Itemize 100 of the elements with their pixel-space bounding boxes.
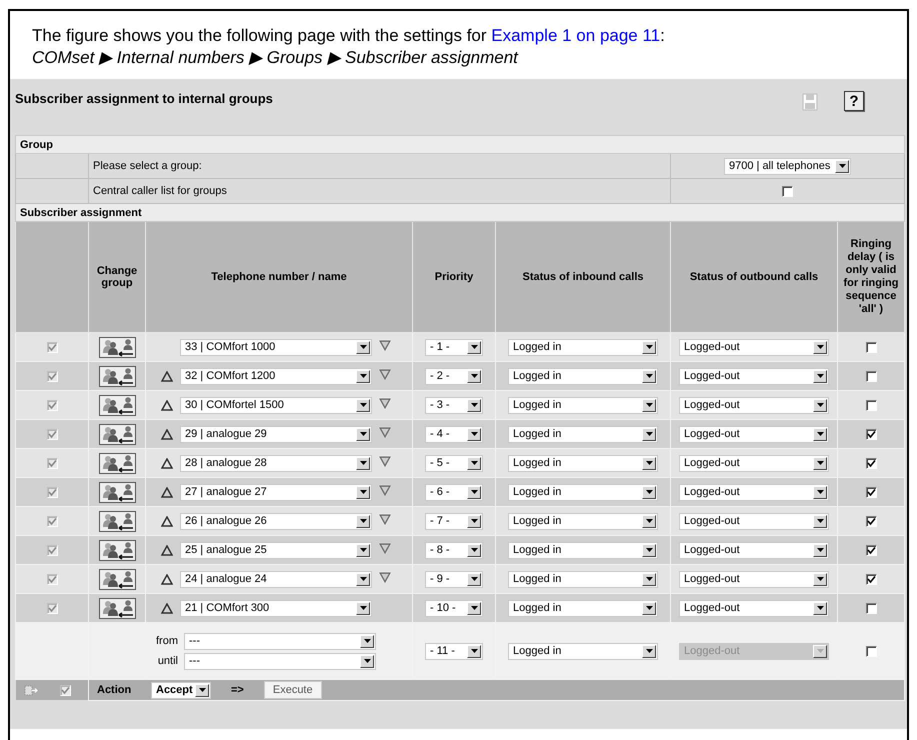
caret-icon <box>816 490 824 494</box>
dropdown[interactable]: - 10 - <box>425 600 483 616</box>
dropdown[interactable]: Logged-out <box>679 600 829 616</box>
dropdown[interactable]: 29 | analogue 29 <box>180 426 372 442</box>
checkbox[interactable] <box>46 428 58 440</box>
checkbox[interactable] <box>46 370 58 382</box>
dropdown[interactable]: Logged-out <box>679 454 829 472</box>
dropdown[interactable]: - 9 - <box>425 570 483 588</box>
dropdown[interactable]: - 6 - <box>425 484 483 500</box>
page-link[interactable]: Example 1 on page 11 <box>491 26 660 45</box>
dropdown[interactable]: 30 | COMfortel 1500 <box>180 396 372 414</box>
caret-icon <box>360 577 366 581</box>
caret-icon <box>816 548 824 552</box>
caret-icon <box>470 490 478 494</box>
checkbox[interactable] <box>866 646 876 657</box>
dropdown[interactable]: 9700 | all telephones <box>724 158 851 174</box>
change-group-icon[interactable] <box>98 568 136 590</box>
dropdown[interactable]: --- <box>184 652 376 670</box>
caret-icon <box>816 577 824 581</box>
change-group-icon[interactable] <box>98 452 136 474</box>
arrow-label: => <box>230 684 245 696</box>
change-group-icon[interactable] <box>98 394 136 416</box>
dropdown[interactable]: - 1 - <box>425 338 483 356</box>
checkbox[interactable] <box>46 544 58 556</box>
column-header: Change group <box>96 265 138 289</box>
caret-icon <box>364 659 370 663</box>
dropdown[interactable]: Logged-out <box>679 570 829 588</box>
change-group-icon[interactable] <box>98 424 136 444</box>
change-group-icon[interactable] <box>98 366 136 386</box>
dropdown[interactable]: Logged-out <box>679 368 829 384</box>
checkbox[interactable] <box>46 400 58 411</box>
dropdown[interactable]: Logged in <box>508 454 658 472</box>
checkbox[interactable] <box>46 602 58 614</box>
checkbox[interactable] <box>782 186 793 197</box>
caret-icon <box>470 649 478 653</box>
execute-button[interactable]: Execute <box>264 681 322 699</box>
checkbox[interactable] <box>46 342 58 353</box>
dropdown[interactable]: Logged-out <box>679 484 829 500</box>
dropdown[interactable]: Logged in <box>508 338 658 356</box>
checkbox[interactable] <box>866 486 876 498</box>
dropdown[interactable]: 32 | COMfort 1200 <box>180 368 372 384</box>
export-icon[interactable] <box>24 684 38 696</box>
dropdown[interactable]: 21 | COMfort 300 <box>180 600 372 616</box>
dropdown[interactable]: - 3 - <box>425 396 483 414</box>
dropdown[interactable]: Logged-out <box>679 338 829 356</box>
dropdown[interactable]: Logged-out <box>679 512 829 530</box>
caret-icon <box>816 519 824 523</box>
dropdown[interactable]: - 8 - <box>425 542 483 558</box>
intro-text: The figure shows you the following page with the settings for Example 1 on page 11: <box>32 25 666 47</box>
change-group-icon[interactable] <box>98 482 136 502</box>
dropdown[interactable]: Logged-out <box>679 396 829 414</box>
checkbox[interactable] <box>60 684 70 696</box>
dropdown[interactable]: Accept <box>151 682 211 698</box>
checkbox[interactable] <box>46 458 58 469</box>
checkbox[interactable] <box>866 428 876 440</box>
checkbox[interactable] <box>866 544 876 556</box>
dropdown[interactable]: Logged in <box>508 512 658 530</box>
dropdown[interactable]: Logged in <box>508 484 658 500</box>
checkbox[interactable] <box>46 574 58 585</box>
dropdown[interactable]: --- <box>184 632 376 650</box>
dropdown[interactable]: 25 | analogue 25 <box>180 542 372 558</box>
dropdown[interactable]: Logged in <box>508 600 658 616</box>
checkbox[interactable] <box>46 486 58 498</box>
action-label: Action <box>96 684 132 696</box>
dropdown[interactable]: Logged in <box>508 570 658 588</box>
dropdown[interactable]: Logged-out <box>679 542 829 558</box>
caret-icon <box>360 606 366 610</box>
change-group-icon[interactable] <box>98 540 136 560</box>
dropdown[interactable]: 27 | analogue 27 <box>180 484 372 500</box>
dropdown[interactable]: 28 | analogue 28 <box>180 454 372 472</box>
dropdown[interactable]: 26 | analogue 26 <box>180 512 372 530</box>
change-group-icon[interactable] <box>98 336 136 358</box>
checkbox[interactable] <box>866 370 876 382</box>
dropdown[interactable]: - 7 - <box>425 512 483 530</box>
checkbox[interactable] <box>866 400 876 411</box>
dropdown[interactable]: - 5 - <box>425 454 483 472</box>
checkbox[interactable] <box>866 516 876 527</box>
dropdown[interactable]: Logged in <box>508 542 658 558</box>
dropdown[interactable]: 24 | analogue 24 <box>180 570 372 588</box>
column-header: Telephone number / name <box>211 271 347 283</box>
dropdown[interactable]: Logged in <box>508 396 658 414</box>
caret-icon <box>360 548 366 552</box>
checkbox[interactable] <box>866 574 876 585</box>
dropdown[interactable]: Logged in <box>508 426 658 442</box>
dropdown[interactable]: Logged-out <box>679 426 829 442</box>
dropdown[interactable]: - 4 - <box>425 426 483 442</box>
checkbox[interactable] <box>866 342 876 353</box>
dropdown[interactable]: Logged in <box>508 642 658 660</box>
change-group-icon[interactable] <box>98 510 136 532</box>
change-group-icon[interactable] <box>98 598 136 618</box>
checkbox[interactable] <box>46 516 58 527</box>
checkbox[interactable] <box>866 458 876 469</box>
column-header: Ringing delay ( is only valid for ringing sequence 'all' ) <box>844 238 898 315</box>
dropdown[interactable]: 33 | COMfort 1000 <box>180 338 372 356</box>
checkbox[interactable] <box>866 602 876 614</box>
dropdown[interactable]: - 11 - <box>425 642 483 660</box>
help-button[interactable]: ? <box>844 91 864 111</box>
caret-icon <box>470 461 478 465</box>
dropdown[interactable]: Logged in <box>508 368 658 384</box>
dropdown[interactable]: - 2 - <box>425 368 483 384</box>
